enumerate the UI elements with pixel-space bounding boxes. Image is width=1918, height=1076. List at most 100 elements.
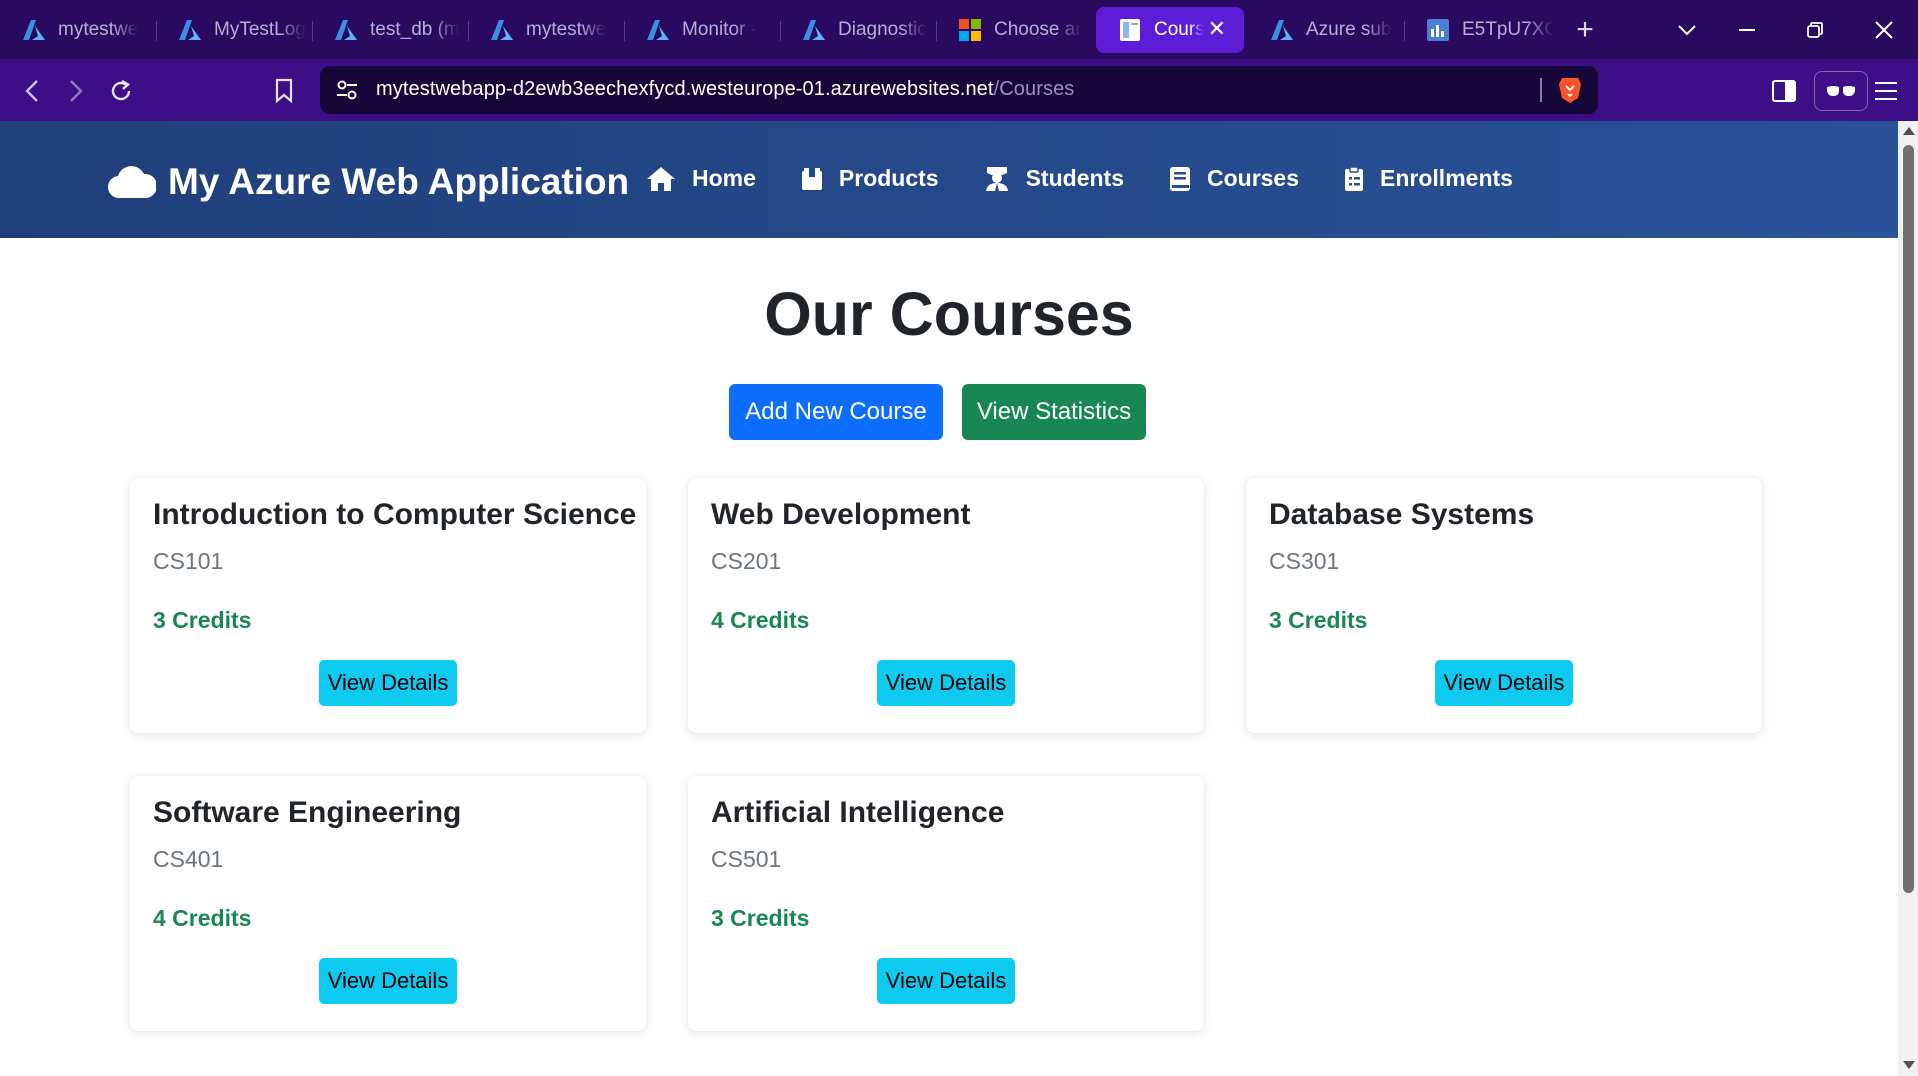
omnibox-divider xyxy=(1540,78,1542,102)
reader-mode-icon[interactable] xyxy=(1814,71,1868,111)
course-card: Web Development CS201 4 Credits View Det… xyxy=(688,478,1204,733)
minimize-icon[interactable] xyxy=(1715,0,1779,59)
close-tab-icon[interactable]: ✕ xyxy=(1208,16,1226,42)
azure-icon xyxy=(646,18,670,42)
page-scrollbar[interactable] xyxy=(1898,121,1918,1076)
chart-page-icon xyxy=(1426,18,1450,42)
tab-label: Choose ar xyxy=(994,18,1082,40)
course-credits: 3 Credits xyxy=(1269,607,1368,633)
clipboard-icon xyxy=(1345,165,1364,191)
nav-courses[interactable]: Courses xyxy=(1169,165,1299,192)
tab-strip: mytestwe MyTestLog test_db (m mytestwe M… xyxy=(0,0,1918,59)
browser-tab[interactable]: mytestwe xyxy=(0,7,156,53)
azure-icon xyxy=(1270,18,1294,42)
course-card: Software Engineering CS401 4 Credits Vie… xyxy=(130,776,646,1031)
browser-tab[interactable]: Monitor - xyxy=(624,7,780,53)
page-icon xyxy=(1118,18,1142,42)
course-code: CS101 xyxy=(153,548,224,574)
browser-tab[interactable]: MyTestLog xyxy=(156,7,312,53)
view-details-button[interactable]: View Details xyxy=(877,660,1015,706)
back-icon[interactable] xyxy=(12,71,52,111)
course-credits: 3 Credits xyxy=(711,905,810,931)
nav-courses-label: Courses xyxy=(1206,165,1300,191)
course-card: Database Systems CS301 3 Credits View De… xyxy=(1246,478,1762,733)
site-nav-links: Home Products Students Courses Enrollmen… xyxy=(646,165,1558,192)
nav-students-label: Students xyxy=(1025,165,1124,191)
address-input[interactable]: mytestwebapp-d2ewb3eechexfycd.westeurope… xyxy=(320,66,1598,114)
page-title: Our Courses xyxy=(764,280,1134,348)
tab-label: test_db (m xyxy=(370,18,460,40)
view-details-button[interactable]: View Details xyxy=(877,958,1015,1004)
course-credits: 3 Credits xyxy=(153,607,252,633)
course-code: CS501 xyxy=(711,846,782,872)
tab-label: Azure sub xyxy=(1306,18,1392,40)
browser-tab[interactable]: Azure sub xyxy=(1248,7,1404,53)
sidebar-toggle-icon[interactable] xyxy=(1764,71,1804,111)
nav-enrollments-label: Enrollments xyxy=(1380,165,1513,191)
close-window-icon[interactable] xyxy=(1852,0,1916,59)
url-path: /Courses xyxy=(993,78,1075,100)
microsoft-icon xyxy=(958,18,982,42)
course-title: Software Engineering xyxy=(153,796,462,829)
course-credits: 4 Credits xyxy=(153,905,252,931)
nav-enrollments[interactable]: Enrollments xyxy=(1344,165,1513,192)
tab-label: mytestwe xyxy=(58,18,139,40)
tab-label: MyTestLog xyxy=(214,18,306,40)
add-course-button[interactable]: Add New Course xyxy=(729,384,943,440)
view-details-button[interactable]: View Details xyxy=(319,660,457,706)
nav-home-label: Home xyxy=(692,165,756,191)
home-icon xyxy=(647,166,675,191)
nav-products[interactable]: Products xyxy=(801,165,939,192)
course-title: Web Development xyxy=(711,498,971,531)
azure-icon xyxy=(490,18,514,42)
tab-label: E5TpU7XC xyxy=(1462,18,1554,40)
course-credits: 4 Credits xyxy=(711,607,810,633)
page-viewport: My Azure Web Application Home Products S… xyxy=(0,121,1898,1076)
reload-icon[interactable] xyxy=(101,71,141,111)
site-settings-icon[interactable] xyxy=(334,77,360,103)
browser-tab[interactable]: Choose ar xyxy=(936,7,1092,53)
browser-tab[interactable]: Diagnostic xyxy=(780,7,936,53)
course-card: Introduction to Computer Science CS101 3… xyxy=(130,478,646,733)
course-code: CS201 xyxy=(711,548,782,574)
tab-label: Monitor - xyxy=(682,18,757,40)
graduate-icon xyxy=(985,166,1008,191)
azure-icon xyxy=(178,18,202,42)
azure-icon xyxy=(22,18,46,42)
nav-students[interactable]: Students xyxy=(984,165,1124,192)
brave-shields-icon[interactable] xyxy=(1558,76,1582,104)
nav-products-label: Products xyxy=(838,165,939,191)
browser-tab[interactable]: mytestwe xyxy=(468,7,624,53)
scroll-down-icon[interactable] xyxy=(1903,1061,1915,1069)
menu-icon[interactable] xyxy=(1866,71,1906,111)
browser-tab-active[interactable]: Cours ✕ xyxy=(1096,6,1244,53)
view-details-button[interactable]: View Details xyxy=(319,958,457,1004)
url-host: mytestwebapp-d2ewb3eechexfycd.westeurope… xyxy=(376,78,994,100)
new-tab-button[interactable]: + xyxy=(1560,7,1610,53)
nav-home[interactable]: Home xyxy=(646,165,756,192)
browser-tab[interactable]: E5TpU7XC xyxy=(1404,7,1560,53)
course-code: CS401 xyxy=(153,846,224,872)
scrollbar-thumb[interactable] xyxy=(1903,145,1914,893)
course-code: CS301 xyxy=(1269,548,1340,574)
tab-label: Diagnostic xyxy=(838,18,927,40)
course-title: Introduction to Computer Science xyxy=(153,498,637,531)
azure-icon xyxy=(334,18,358,42)
tab-label: Cours xyxy=(1154,18,1204,40)
cloud-icon xyxy=(108,166,156,199)
course-title: Artificial Intelligence xyxy=(711,796,1005,829)
azure-icon xyxy=(802,18,826,42)
address-bar-row: mytestwebapp-d2ewb3eechexfycd.westeurope… xyxy=(0,59,1918,121)
scroll-up-icon[interactable] xyxy=(1903,127,1915,135)
forward-icon[interactable] xyxy=(56,71,96,111)
url-text: mytestwebapp-d2ewb3eechexfycd.westeurope… xyxy=(376,78,1074,101)
book-icon xyxy=(1169,166,1190,191)
site-brand[interactable]: My Azure Web Application xyxy=(108,161,629,203)
tab-search-icon[interactable] xyxy=(1655,0,1719,59)
view-statistics-button[interactable]: View Statistics xyxy=(962,384,1146,440)
browser-tab[interactable]: test_db (m xyxy=(312,7,468,53)
tab-label: mytestwe xyxy=(526,18,607,40)
view-details-button[interactable]: View Details xyxy=(1435,660,1573,706)
restore-icon[interactable] xyxy=(1783,0,1847,59)
bookmark-icon[interactable] xyxy=(264,71,304,111)
